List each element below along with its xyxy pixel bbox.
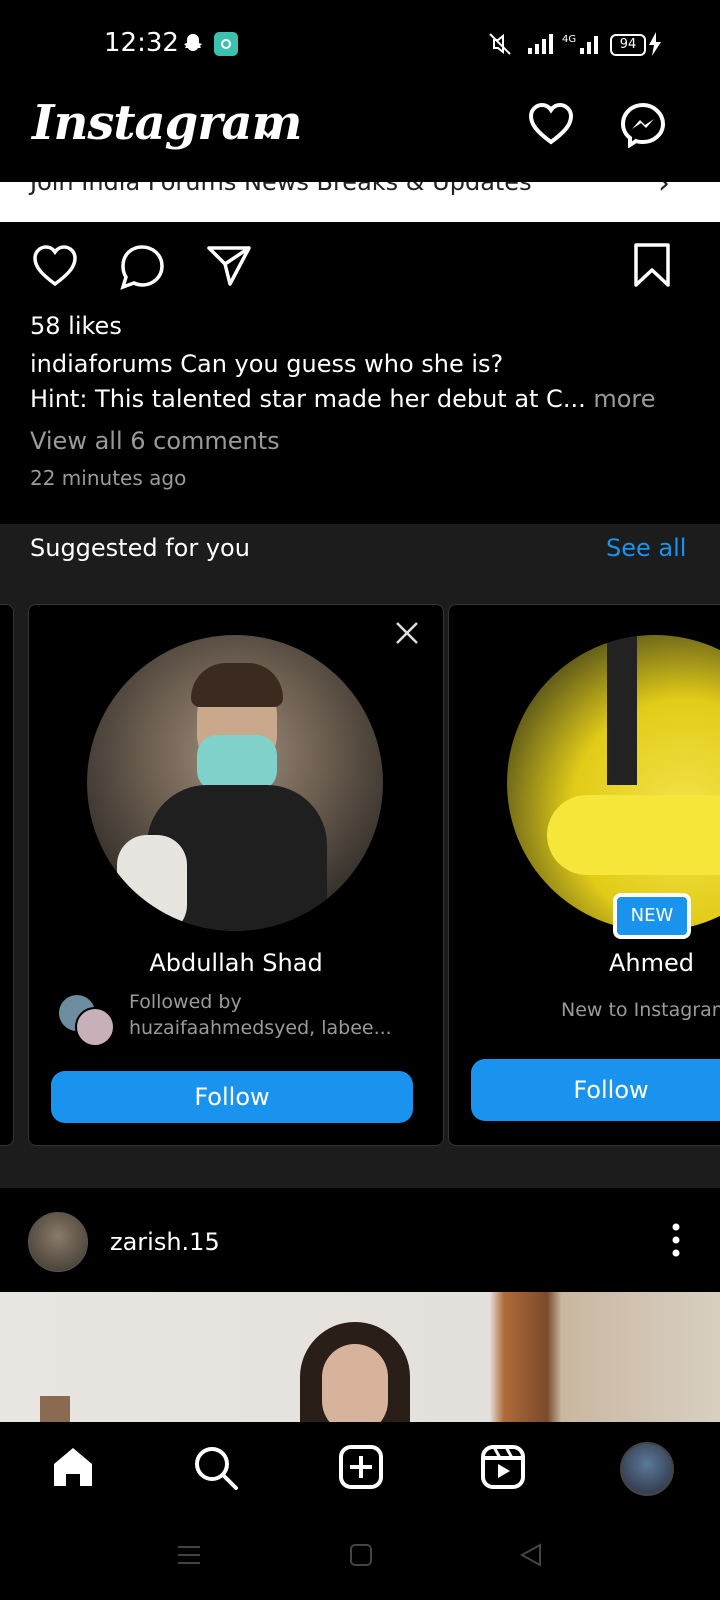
suggestion-name[interactable]: Ahmed <box>609 949 694 977</box>
home-icon[interactable] <box>50 1444 96 1494</box>
more-link[interactable]: more <box>593 385 655 413</box>
messenger-icon[interactable] <box>620 102 666 152</box>
more-options-icon[interactable] <box>670 1222 682 1262</box>
snapchat-icon <box>182 32 204 58</box>
follow-button[interactable]: Follow <box>471 1059 720 1121</box>
status-time: 12:32 <box>104 28 179 58</box>
suggestion-card[interactable]: Abdullah Shad Followed by huzaifaahmedsy… <box>28 604 444 1146</box>
view-comments-link[interactable]: View all 6 comments <box>30 427 280 455</box>
ad-text: Join India Forums News Breaks & Updates <box>30 182 532 196</box>
profile-avatar-nav[interactable] <box>620 1442 674 1496</box>
new-badge: NEW <box>613 893 691 939</box>
system-nav-bar <box>0 1512 720 1600</box>
signal-4g-icon: 4G <box>562 32 602 60</box>
caption-line-2: Hint: This talented star made her debut … <box>30 385 656 413</box>
recent-apps-icon[interactable] <box>176 1542 202 1572</box>
signal-icon <box>526 32 554 60</box>
post-time: 22 minutes ago <box>30 466 187 490</box>
charging-icon <box>648 32 662 60</box>
back-icon[interactable] <box>518 1542 544 1572</box>
mutual-avatar <box>75 1007 115 1047</box>
mute-icon <box>486 32 514 60</box>
caption-text: Can you guess who she is? <box>180 350 504 378</box>
status-bar: 12:32 4G 94 <box>0 0 720 90</box>
like-icon[interactable] <box>32 244 78 292</box>
followed-by-label: Followed by <box>129 991 242 1013</box>
follow-button[interactable]: Follow <box>51 1071 413 1123</box>
likes-count[interactable]: 58 likes <box>30 312 122 340</box>
profile-avatar[interactable] <box>507 635 720 931</box>
app-notification-icon <box>214 32 238 56</box>
svg-text:4G: 4G <box>562 34 576 45</box>
reels-icon[interactable] <box>480 1444 526 1494</box>
create-post-icon[interactable] <box>338 1444 384 1494</box>
comment-icon[interactable] <box>118 244 166 294</box>
caption-line-1: indiaforums Can you guess who she is? <box>30 350 503 378</box>
caption-text-2: Hint: This talented star made her debut … <box>30 385 586 413</box>
post-author-avatar[interactable] <box>28 1212 88 1272</box>
caption-username[interactable]: indiaforums <box>30 350 173 378</box>
heart-icon[interactable] <box>528 102 574 150</box>
share-icon[interactable] <box>206 244 252 292</box>
chevron-down-icon[interactable] <box>256 122 280 146</box>
sponsored-cta-strip[interactable]: Join India Forums News Breaks & Updates … <box>0 182 720 222</box>
see-all-link[interactable]: See all <box>606 534 686 562</box>
bottom-nav <box>0 1422 720 1512</box>
battery-icon: 94 <box>610 34 646 56</box>
suggestion-name[interactable]: Abdullah Shad <box>29 949 443 977</box>
suggestion-card[interactable]: NEW Ahmed New to Instagram Follow <box>448 604 720 1146</box>
post-author-username[interactable]: zarish.15 <box>110 1228 220 1256</box>
profile-avatar[interactable] <box>87 635 383 931</box>
save-bookmark-icon[interactable] <box>632 242 672 292</box>
suggested-title: Suggested for you <box>30 534 250 562</box>
post-image[interactable] <box>0 1292 720 1422</box>
close-icon[interactable] <box>393 619 421 651</box>
search-icon[interactable] <box>192 1444 240 1496</box>
suggestion-card-partial[interactable] <box>0 604 14 1146</box>
followed-by-names: huzaifaahmedsyed, labee... <box>129 1017 392 1039</box>
chevron-right-icon: › <box>658 182 670 201</box>
suggested-section: Suggested for you See all Abdullah Shad … <box>0 524 720 1188</box>
home-system-icon[interactable] <box>348 1542 374 1572</box>
suggestion-subtext: New to Instagram <box>561 999 720 1021</box>
